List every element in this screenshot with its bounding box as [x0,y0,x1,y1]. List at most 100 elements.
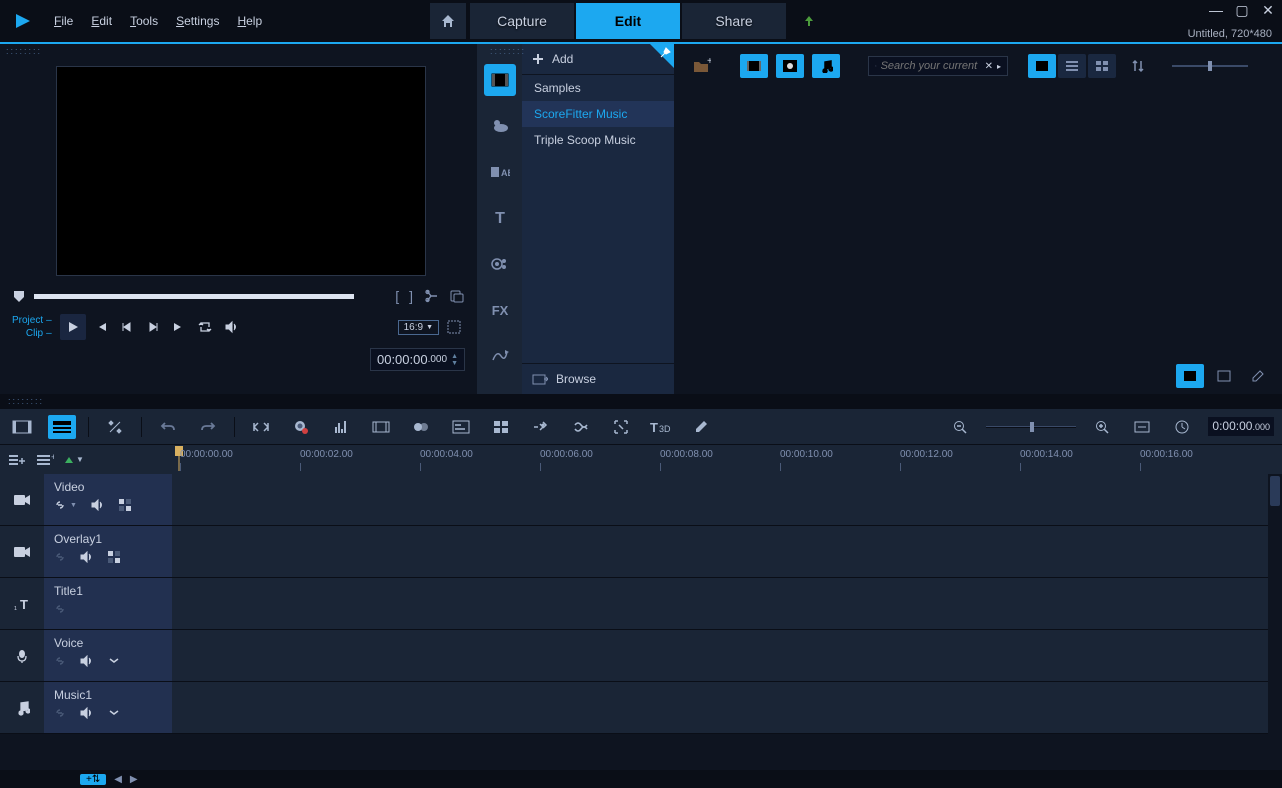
ruler-ticks[interactable]: 00:00:00.00 00:00:02.00 00:00:04.00 00:0… [172,445,1282,474]
mute-icon[interactable] [80,551,94,563]
tab-share[interactable]: Share [682,3,786,39]
import-button[interactable]: + [688,54,716,78]
lib-media-button[interactable] [484,64,516,96]
marker-menu-button[interactable]: ▼ [64,455,84,465]
search-input[interactable] [881,60,981,72]
timeline-zoom-slider[interactable] [986,420,1076,434]
record-button[interactable] [287,415,315,439]
footer-add-button[interactable]: +⇅ [80,774,106,785]
menu-edit[interactable]: Edit [91,14,112,28]
expand-button[interactable] [247,415,275,439]
track-type-icon[interactable]: ₁T [0,578,44,629]
tracks-scrollbar[interactable] [1268,474,1282,770]
track-label-area[interactable]: Video ▼ [44,474,172,525]
tools-button[interactable] [101,415,129,439]
zoom-out-button[interactable] [946,415,974,439]
lib-graphic-button[interactable] [484,248,516,280]
track-label-area[interactable]: Overlay1 [44,526,172,577]
thumbnail-zoom-slider[interactable] [1172,59,1248,73]
scroll-right-button[interactable]: ▶ [130,774,138,785]
menu-settings[interactable]: Settings [176,14,219,28]
tab-edit[interactable]: Edit [576,3,680,39]
track-content[interactable] [172,682,1282,733]
volume-button[interactable] [220,316,242,338]
link-icon[interactable] [54,551,66,563]
lib-transition-button[interactable]: AB [484,156,516,188]
mute-icon[interactable] [80,655,94,667]
next-frame-button[interactable] [142,316,164,338]
browse-button[interactable]: Browse [522,363,674,394]
track-content[interactable] [172,474,1282,525]
go-start-button[interactable] [90,316,112,338]
track-content[interactable] [172,526,1282,577]
repeat-button[interactable] [194,316,216,338]
timeline-view-button[interactable] [48,415,76,439]
mute-icon[interactable] [80,707,94,719]
fit-project-button[interactable] [1128,415,1156,439]
link-icon[interactable] [54,499,66,511]
pin-icon[interactable] [650,44,674,68]
multi-button[interactable] [407,415,435,439]
category-scorefitter[interactable]: ScoreFitter Music [522,101,674,127]
filter-audio-button[interactable] [812,54,840,78]
close-button[interactable]: ✕ [1260,2,1276,18]
mute-icon[interactable] [91,499,105,511]
undo-button[interactable] [154,415,182,439]
preview-viewport[interactable] [56,66,426,276]
search-box[interactable]: ✕ ▸ [868,56,1008,76]
pan-zoom-button[interactable] [607,415,635,439]
view-grid-button[interactable] [1088,54,1116,78]
scrubber-marker-icon[interactable] [12,289,26,303]
go-end-button[interactable] [168,316,190,338]
maximize-button[interactable]: ▢ [1234,2,1250,18]
fx-icon[interactable] [119,499,131,511]
storyboard-view-button[interactable] [8,415,36,439]
mark-out-button[interactable]: ] [409,288,413,304]
lib-tool-2[interactable] [1210,364,1238,388]
track-type-icon[interactable] [0,630,44,681]
track-type-icon[interactable] [0,682,44,733]
scrubber-bar[interactable] [34,294,354,299]
track-label-area[interactable]: Title1 [44,578,172,629]
timeline-timecode[interactable]: 0:00:00.000 [1208,417,1274,436]
menu-help[interactable]: Help [237,14,262,28]
lib-fx-button[interactable]: FX [484,294,516,326]
link-icon[interactable] [54,707,66,719]
filter-video-button[interactable] [740,54,768,78]
subtitle-button[interactable] [447,415,475,439]
auto-music-button[interactable] [367,415,395,439]
chevron-down-icon[interactable] [108,657,120,665]
link-icon[interactable] [54,655,66,667]
home-button[interactable] [430,3,466,39]
aspect-ratio-selector[interactable]: 16:9▼ [398,320,439,335]
audio-mixer-button[interactable] [327,415,355,439]
link-icon[interactable] [54,603,66,615]
filter-photo-button[interactable] [776,54,804,78]
preview-timecode[interactable]: 00:00:00.000 ▲▼ [370,348,465,371]
category-samples[interactable]: Samples [522,75,674,101]
add-category-button[interactable]: Add [522,44,674,75]
track-content[interactable] [172,578,1282,629]
track-type-icon[interactable] [0,474,44,525]
tab-capture[interactable]: Capture [470,3,574,39]
tracking-button[interactable] [567,415,595,439]
menu-file[interactable]: File [54,14,73,28]
search-clear-icon[interactable]: ✕ [985,61,993,72]
project-clip-toggle[interactable]: Project– Clip– [12,315,52,339]
track-add-button[interactable] [8,453,26,467]
track-label-area[interactable]: Music1 [44,682,172,733]
mark-in-button[interactable]: [ [395,288,399,304]
prev-frame-button[interactable] [116,316,138,338]
track-type-icon[interactable] [0,526,44,577]
lib-path-button[interactable] [484,340,516,372]
zoom-in-button[interactable] [1088,415,1116,439]
fx-icon[interactable] [108,551,120,563]
track-manager-button[interactable]: + [36,453,54,467]
menu-tools[interactable]: Tools [130,14,158,28]
chapters-button[interactable] [487,415,515,439]
motion-button[interactable] [527,415,555,439]
snapshot-button[interactable] [449,288,465,304]
crop-marquee-button[interactable] [443,316,465,338]
panel-grip-icon[interactable]: :::::::: [0,44,477,58]
paint-button[interactable] [687,415,715,439]
